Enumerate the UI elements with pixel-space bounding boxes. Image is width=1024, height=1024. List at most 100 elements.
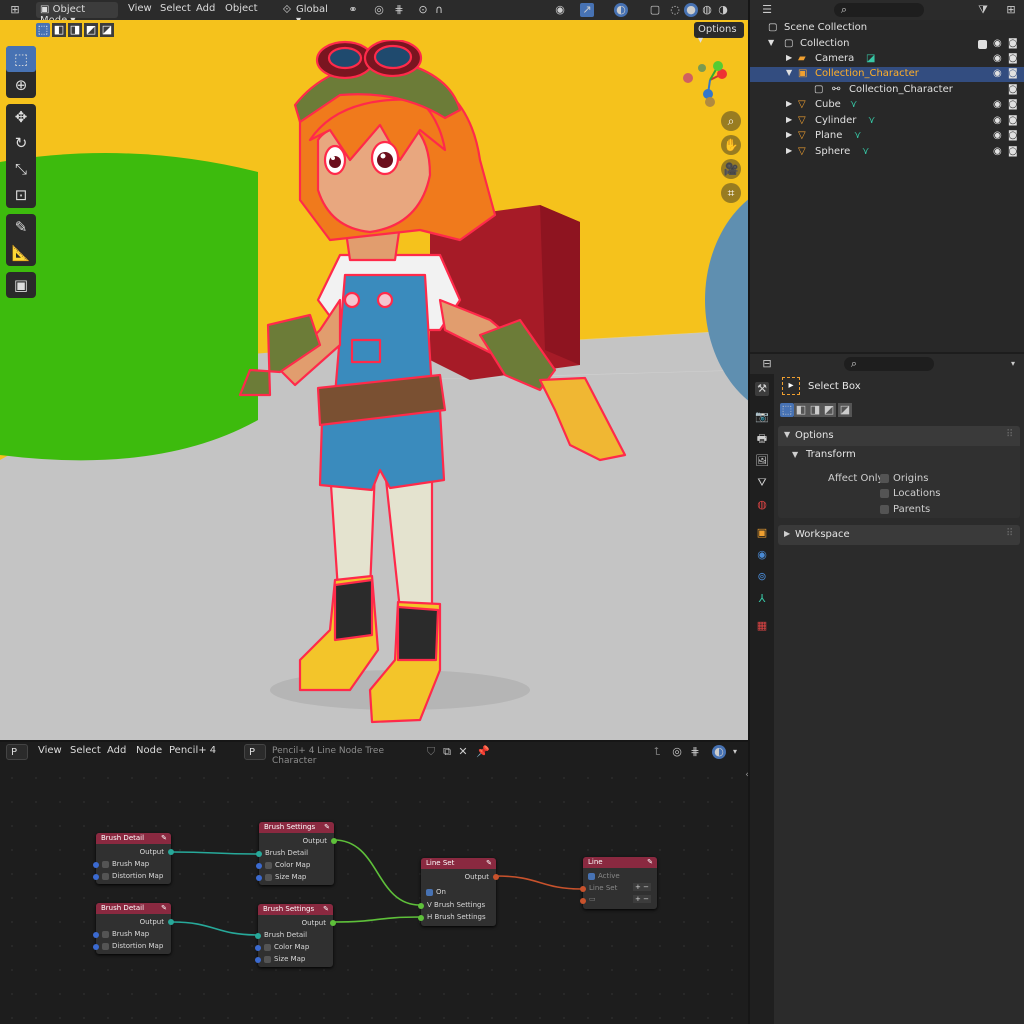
camera-render-icon[interactable]: ◙ (1008, 38, 1018, 49)
mode-select[interactable]: ▣ Object Mode ▾ (36, 2, 118, 26)
shading-rendered-icon[interactable]: ◑ (716, 3, 730, 17)
drag-handle-icon[interactable]: ⠿ (1006, 528, 1013, 539)
brush-detail-node-1[interactable]: Brush Detail ✎ Output Brush Map Distortio… (93, 833, 174, 884)
new-collection-icon[interactable]: ⊞ (1004, 3, 1018, 17)
camera-view-button[interactable]: 🎥 (721, 159, 741, 179)
origins-checkbox[interactable] (880, 474, 889, 483)
outliner-row-sphere[interactable]: ▶ ▽ Sphere ⋎ ◉ ◙ (750, 145, 1024, 160)
orientation-select[interactable]: Global ▾ (292, 2, 340, 26)
brush-map-checkbox[interactable] (102, 861, 109, 868)
parents-checkbox[interactable] (880, 505, 889, 514)
move-tool[interactable]: ✥ (6, 104, 36, 130)
distortion-map-checkbox[interactable] (102, 943, 109, 950)
color-map-checkbox[interactable] (264, 944, 271, 951)
locations-label[interactable]: Locations (893, 488, 941, 499)
drag-handle-icon[interactable]: ⠿ (1006, 429, 1013, 440)
outliner-row-scene-collection[interactable]: ▢ Scene Collection (750, 21, 1024, 36)
parents-label[interactable]: Parents (893, 504, 930, 515)
snap-icon[interactable]: ◎ (372, 3, 386, 17)
add-socket-button[interactable]: + − (633, 883, 651, 891)
chevron-right-icon[interactable]: ▶ (786, 130, 792, 139)
outliner-row-cube[interactable]: ▶ ▽ Cube ⋎ ◉ ◙ (750, 98, 1024, 113)
line-node[interactable]: Line ✎ Active Line Set + − ▭ + − (580, 857, 657, 909)
chevron-right-icon[interactable]: ▶ (786, 146, 792, 155)
menu-add[interactable]: Add (196, 3, 215, 14)
shading-wireframe-icon[interactable]: ◌ (668, 3, 682, 17)
viewport-area[interactable]: ⊞ ▣ Object Mode ▾ View Select Add Object… (0, 0, 748, 740)
output-socket[interactable] (168, 919, 174, 925)
chevron-right-icon[interactable]: ▶ (786, 115, 792, 124)
select-mode-subtract-icon[interactable]: ◨ (68, 23, 82, 37)
pan-view-button[interactable]: ✋ (721, 135, 741, 155)
eye-icon[interactable]: ◉ (993, 99, 1002, 110)
outliner-search-input[interactable]: ⌕ (834, 3, 924, 17)
node-header[interactable]: Brush Settings ✎ (258, 904, 333, 915)
input-socket[interactable] (255, 945, 261, 951)
add-socket-button[interactable]: + − (633, 895, 651, 903)
navigation-gizmo[interactable] (678, 60, 742, 110)
transform-tool[interactable]: ⊡ (6, 182, 36, 208)
object-tab-icon[interactable]: ▣ (755, 526, 769, 540)
active-checkbox[interactable] (588, 873, 595, 880)
outliner-row-collection-character-instance[interactable]: ▢ ⚯ Collection_Character ◙ (750, 83, 1024, 98)
eye-icon[interactable]: ◉ (993, 68, 1002, 79)
workspace-panel-header[interactable]: ▶ Workspace ⠿ (778, 525, 1020, 545)
node-header[interactable]: Brush Detail ✎ (96, 903, 171, 914)
input-socket[interactable] (256, 875, 262, 881)
add-cube-tool[interactable]: ▣ (6, 272, 36, 298)
eye-icon[interactable]: ◉ (993, 146, 1002, 157)
eye-icon[interactable]: ◉ (993, 130, 1002, 141)
tool-tab-icon[interactable]: ⚒ (755, 382, 769, 396)
transform-subpanel-header[interactable]: ▼ Transform (782, 446, 1020, 464)
input-socket[interactable] (418, 903, 424, 909)
input-socket[interactable] (580, 886, 586, 892)
select-mode-new-icon[interactable]: ⬚ (36, 23, 50, 37)
select-box-tool[interactable]: ⬚ (6, 46, 36, 72)
input-socket[interactable] (256, 851, 262, 857)
camera-render-icon[interactable]: ◙ (1008, 68, 1018, 79)
proportional-edit-icon[interactable]: ⊙ (416, 3, 430, 17)
select-mode-invert-icon[interactable]: ◩ (84, 23, 98, 37)
brush-map-checkbox[interactable] (102, 931, 109, 938)
input-socket[interactable] (93, 944, 99, 950)
node-header[interactable]: Brush Settings ✎ (259, 822, 334, 833)
pivot-icon[interactable]: ⚭ (346, 3, 360, 17)
outliner-row-collection[interactable]: ▼ ▢ Collection ◉ ◙ (750, 37, 1024, 52)
mode-new-icon[interactable]: ⬚ (780, 403, 794, 417)
node-header[interactable]: Line Set ✎ (421, 858, 496, 869)
chevron-down-icon[interactable]: ▾ (1006, 357, 1020, 371)
annotate-tool[interactable]: ✎ (6, 214, 36, 240)
properties-editor-icon[interactable]: ⊟ (760, 357, 774, 371)
scale-tool[interactable]: ⤡ (6, 156, 36, 182)
filter-icon[interactable]: ⧩ (976, 3, 990, 17)
eye-icon[interactable]: ◉ (993, 53, 1002, 64)
brush-settings-node-1[interactable]: Brush Settings ✎ Output Brush Detail Colo… (256, 822, 337, 885)
input-socket[interactable] (580, 898, 586, 904)
constraints-tab-icon[interactable]: ⅄ (755, 592, 769, 606)
gizmo-icon[interactable]: ↗ (580, 3, 594, 17)
node-editor-area[interactable]: P View Select Add Node Pencil+ 4 P Penci… (0, 742, 749, 1024)
shading-solid-icon[interactable]: ● (684, 3, 698, 17)
camera-render-icon[interactable]: ◙ (1008, 84, 1018, 95)
eye-icon[interactable]: ◉ (993, 38, 1002, 49)
output-socket[interactable] (493, 874, 499, 880)
size-map-checkbox[interactable] (264, 956, 271, 963)
overlay-icon[interactable]: ◐ (614, 3, 628, 17)
chevron-right-icon[interactable]: ▶ (786, 53, 792, 62)
node-header[interactable]: Line ✎ (583, 857, 657, 868)
xray-icon[interactable]: ▢ (648, 3, 662, 17)
output-socket[interactable] (331, 838, 337, 844)
cursor-tool[interactable]: ⊕ (6, 72, 36, 98)
camera-render-icon[interactable]: ◙ (1008, 53, 1018, 64)
input-socket[interactable] (255, 957, 261, 963)
render-tab-icon[interactable]: 📷 (755, 410, 769, 424)
scene-render[interactable] (0, 0, 748, 740)
output-socket[interactable] (330, 920, 336, 926)
particles-tab-icon[interactable]: ⊚ (755, 570, 769, 584)
mode-intersect-icon[interactable]: ◪ (838, 403, 852, 417)
output-tab-icon[interactable]: 🖶 (755, 432, 769, 446)
texture-tab-icon[interactable]: ▦ (755, 619, 769, 633)
editor-type-icon[interactable]: ⊞ (8, 3, 22, 17)
locations-checkbox[interactable] (880, 489, 889, 498)
select-mode-intersect-icon[interactable]: ◪ (100, 23, 114, 37)
